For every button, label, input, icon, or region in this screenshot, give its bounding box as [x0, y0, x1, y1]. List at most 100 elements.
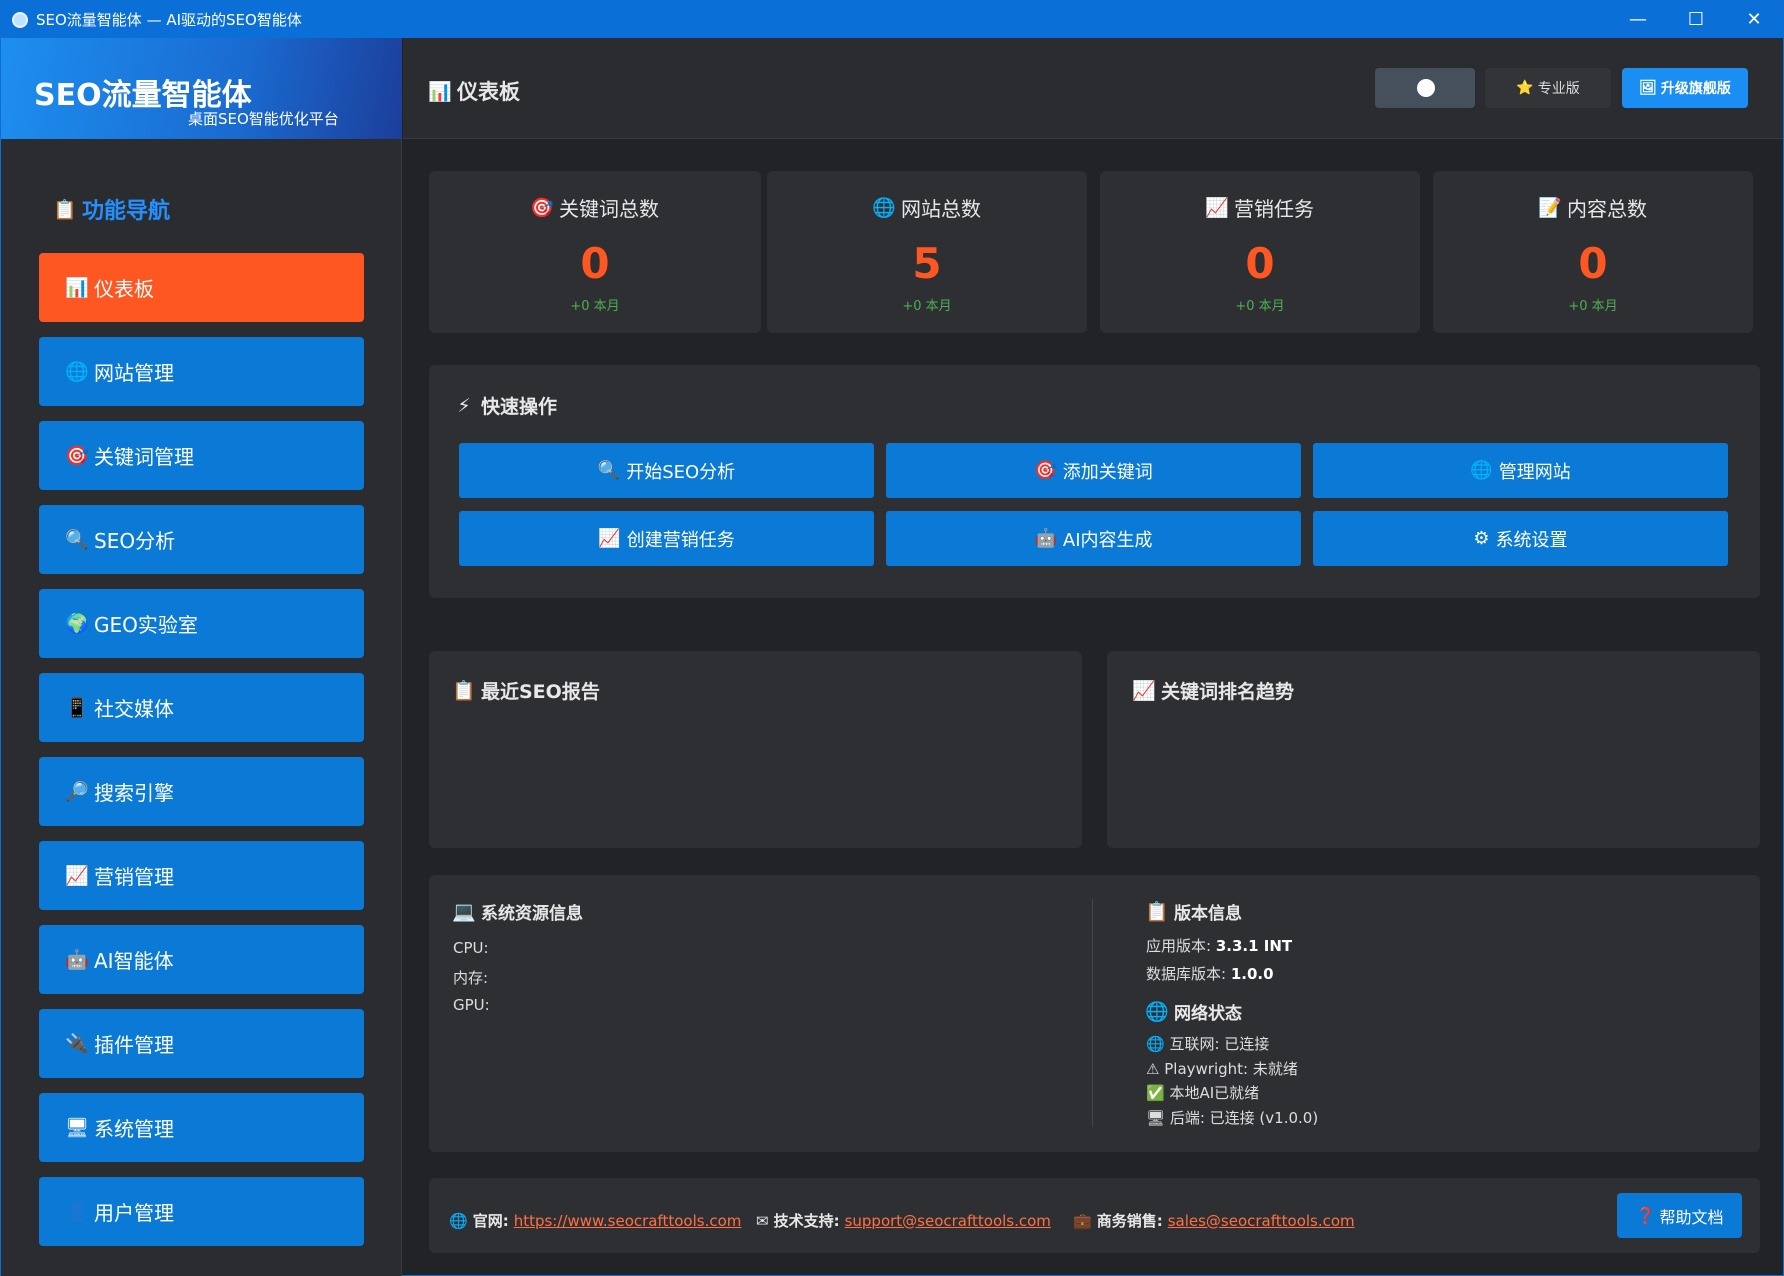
manage-websites-button[interactable]: 🌐 管理网站	[1313, 443, 1728, 498]
upgrade-button[interactable]: 🖼 升级旗舰版	[1622, 68, 1748, 108]
nav-item-ai-agent[interactable]: 🤖 AI智能体	[39, 925, 364, 994]
memory-label: 内存:	[453, 969, 489, 987]
playwright-status: ⚠ Playwright: 未就绪	[1146, 1058, 1298, 1079]
phone-icon: 📱	[65, 697, 89, 719]
local-ai-status: ✅ 本地AI已就绪	[1146, 1082, 1259, 1103]
magnifier-icon: 🔎	[65, 781, 89, 803]
support-email-link[interactable]: support@seocrafttools.com	[845, 1212, 1051, 1230]
nav-item-geo-lab[interactable]: 🌍 GEO实验室	[39, 589, 364, 658]
internet-status: 🌐 互联网: 已连接	[1146, 1033, 1269, 1054]
target-icon: 🎯	[65, 445, 89, 467]
target-icon: 🎯	[1034, 460, 1057, 481]
button-label: 创建营销任务	[626, 529, 735, 551]
nav-item-search-engine[interactable]: 🔎 搜索引擎	[39, 757, 364, 826]
stat-card-websites: 🌐 网站总数 5 +0 本月	[767, 171, 1087, 333]
nav-item-plugins[interactable]: 🔌 插件管理	[39, 1009, 364, 1078]
memo-icon: 📝	[1538, 197, 1562, 219]
playwright-status-text: Playwright: 未就绪	[1164, 1060, 1298, 1078]
app-version-value: 3.3.1 INT	[1215, 937, 1293, 955]
nav-label: GEO实验室	[94, 613, 198, 637]
nav-item-marketing[interactable]: 📈 营销管理	[39, 841, 364, 910]
nav-label: 系统管理	[94, 1117, 174, 1141]
earth-icon: 🌍	[65, 613, 89, 635]
version-title-label: 版本信息	[1174, 904, 1242, 924]
network-title-label: 网络状态	[1174, 1004, 1242, 1024]
user-icon: 👤	[65, 1201, 89, 1223]
backend-status: 🖥 后端: 已连接 (v1.0.0)	[1146, 1107, 1318, 1128]
app-icon	[12, 11, 28, 28]
stat-label: 内容总数	[1567, 197, 1647, 221]
official-site-link[interactable]: https://www.seocrafttools.com	[514, 1212, 742, 1230]
help-label: 帮助文档	[1659, 1207, 1724, 1227]
button-label: AI内容生成	[1062, 529, 1153, 551]
sales-label: 商务销售:	[1096, 1212, 1163, 1230]
maximize-button[interactable]: ☐	[1667, 1, 1725, 38]
brand-banner: SEO流量智能体 桌面SEO智能优化平台	[1, 38, 402, 139]
pro-label: 专业版	[1537, 81, 1580, 97]
db-version: 数据库版本: 1.0.0	[1146, 963, 1274, 984]
close-button[interactable]: ✕	[1725, 1, 1783, 38]
nav-item-system[interactable]: 🖥 系统管理	[39, 1093, 364, 1162]
stat-card-keywords: 🎯 关键词总数 0 +0 本月	[429, 171, 761, 333]
monitor-icon: 🖥	[1146, 1109, 1166, 1127]
title-bar: SEO流量智能体 — AI驱动的SEO智能体 — ☐ ✕	[1, 1, 1783, 38]
robot-icon: 🤖	[1034, 528, 1057, 549]
system-settings-button[interactable]: ⚙ 系统设置	[1313, 511, 1728, 566]
nav-item-websites[interactable]: 🌐 网站管理	[39, 337, 364, 406]
chart-icon: 📊	[65, 277, 89, 299]
nav-label: SEO分析	[94, 529, 176, 553]
stat-card-content: 📝 内容总数 0 +0 本月	[1433, 171, 1753, 333]
tech-support: ✉ 技术支持: support@seocrafttools.com	[756, 1210, 1051, 1231]
button-label: 开始SEO分析	[626, 461, 736, 483]
nav-title: 📋 功能导航	[53, 193, 171, 225]
nav-item-users[interactable]: 👤 用户管理	[39, 1177, 364, 1246]
nav-item-social[interactable]: 📱 社交媒体	[39, 673, 364, 742]
system-title-label: 系统资源信息	[481, 904, 583, 924]
start-seo-analysis-button[interactable]: 🔍 开始SEO分析	[459, 443, 874, 498]
clipboard-icon: 📋	[1145, 901, 1169, 923]
check-icon: ✅	[1146, 1084, 1165, 1102]
nav-title-label: 功能导航	[82, 199, 171, 224]
stat-value: 5	[912, 239, 942, 288]
target-icon: 🎯	[530, 197, 554, 219]
sales-email-link[interactable]: sales@seocrafttools.com	[1168, 1212, 1355, 1230]
create-marketing-task-button[interactable]: 📈 创建营销任务	[459, 511, 874, 566]
question-icon: ❓	[1635, 1206, 1656, 1225]
help-docs-button[interactable]: ❓ 帮助文档	[1617, 1193, 1742, 1238]
trend-icon: 📈	[65, 865, 89, 887]
page-header: 📊 仪表板 ⭐ 专业版 🖼 升级旗舰版	[403, 38, 1783, 139]
app-window: SEO流量智能体 — AI驱动的SEO智能体 — ☐ ✕ SEO流量智能体 桌面…	[0, 0, 1784, 1276]
pro-edition-badge[interactable]: ⭐ 专业版	[1485, 68, 1611, 108]
internet-status-text: 互联网: 已连接	[1169, 1035, 1270, 1053]
network-status-title: 🌐 网络状态	[1145, 999, 1242, 1024]
db-version-value: 1.0.0	[1230, 965, 1274, 983]
search-icon: 🔍	[597, 460, 621, 481]
system-resources-title: 💻 系统资源信息	[452, 899, 583, 924]
site-label: 官网:	[472, 1212, 509, 1230]
chart-icon: 📊	[428, 80, 452, 103]
footer-bar: 🌐 官网: https://www.seocrafttools.com ✉ 技术支持:…	[429, 1178, 1760, 1253]
stat-card-marketing: 📈 营销任务 0 +0 本月	[1100, 171, 1420, 333]
nav-item-dashboard[interactable]: 📊 仪表板	[39, 253, 364, 322]
gpu-label: GPU:	[453, 996, 490, 1014]
add-keyword-button[interactable]: 🎯 添加关键词	[886, 443, 1301, 498]
recent-reports-title: 📋 最近SEO报告	[452, 677, 600, 704]
ai-content-button[interactable]: 🤖 AI内容生成	[886, 511, 1301, 566]
sales-contact: 💼 商务销售: sales@seocrafttools.com	[1073, 1210, 1355, 1231]
globe-icon: 🌐	[872, 197, 896, 219]
stat-delta: +0 本月	[902, 299, 952, 314]
globe-icon: 🌐	[1145, 1001, 1169, 1023]
clipboard-icon: 📋	[452, 680, 476, 702]
briefcase-icon: 💼	[1073, 1211, 1092, 1230]
stat-value: 0	[1578, 239, 1608, 288]
nav-item-seo-analysis[interactable]: 🔍 SEO分析	[39, 505, 364, 574]
monitor-icon: 🖥	[64, 1117, 90, 1139]
warning-icon: ⚠	[1146, 1060, 1160, 1078]
theme-toggle[interactable]	[1375, 68, 1475, 108]
official-site: 🌐 官网: https://www.seocrafttools.com	[449, 1210, 741, 1231]
reports-title-label: 最近SEO报告	[481, 681, 600, 703]
divider	[1092, 899, 1093, 1127]
stat-delta: +0 本月	[1235, 299, 1285, 314]
nav-item-keywords[interactable]: 🎯 关键词管理	[39, 421, 364, 490]
minimize-button[interactable]: —	[1609, 1, 1667, 38]
